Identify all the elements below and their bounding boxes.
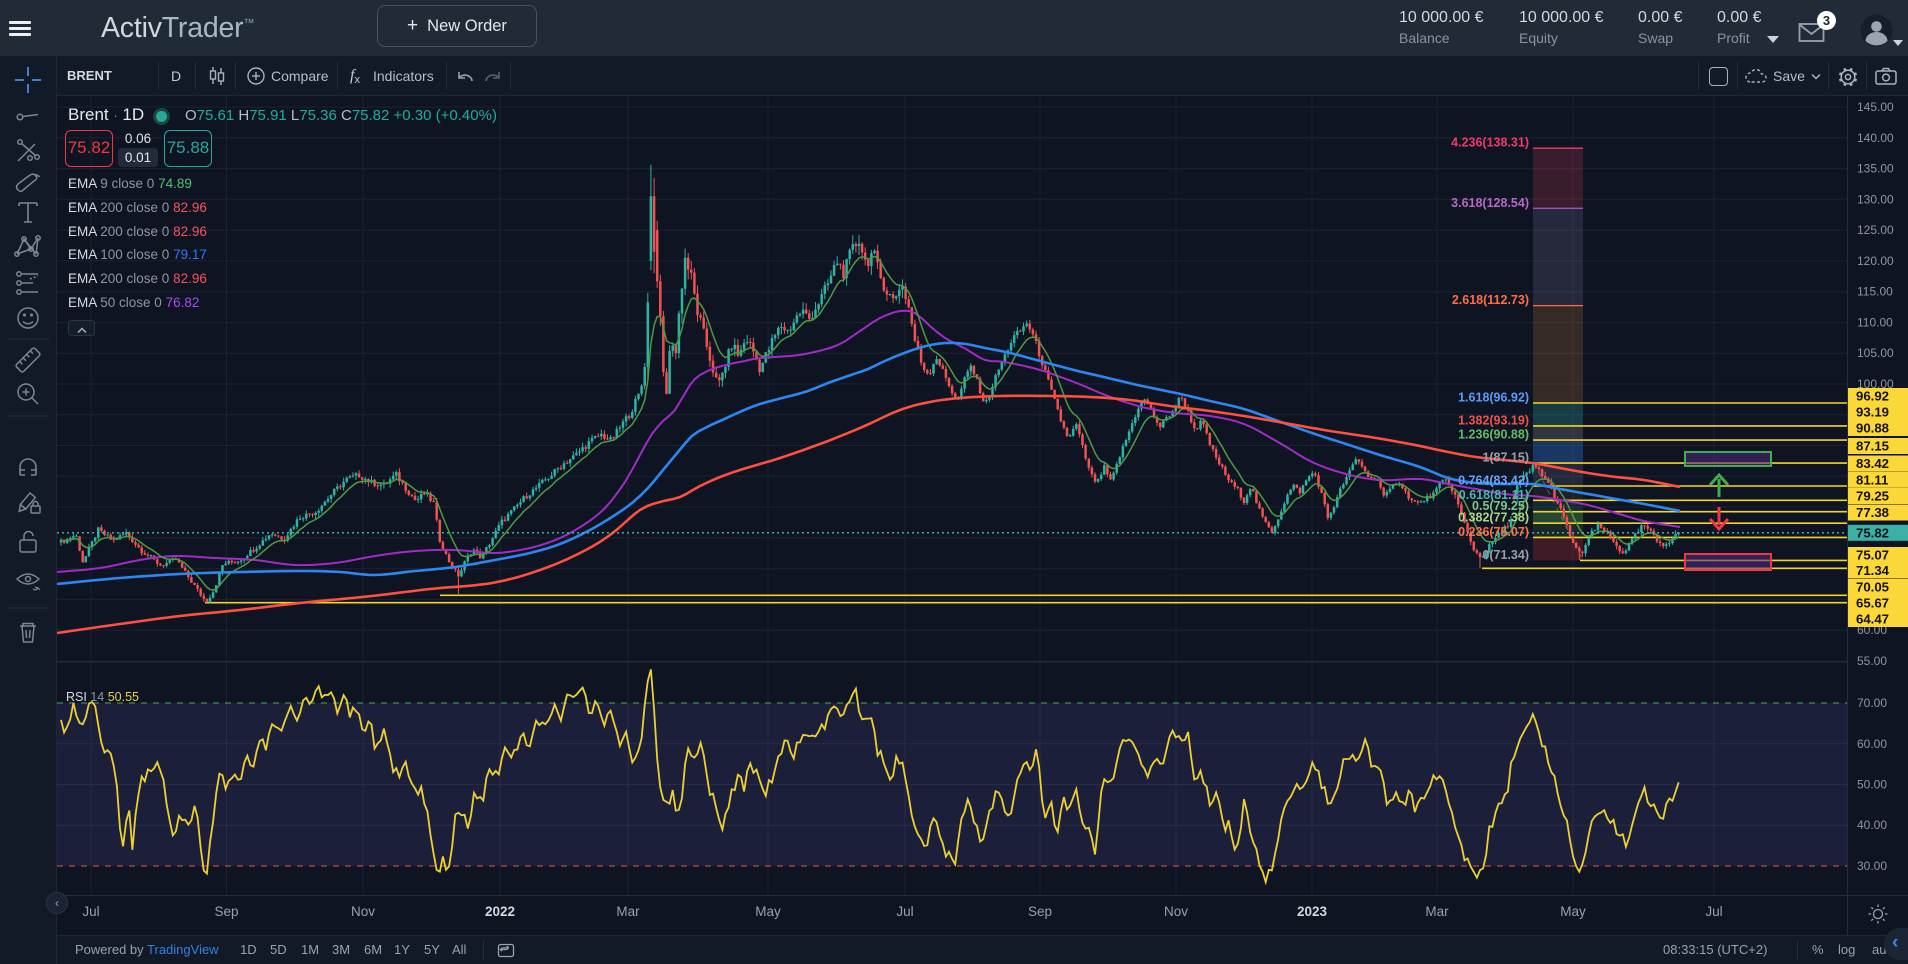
svg-text:2022: 2022 — [485, 904, 515, 919]
svg-text:Mar: Mar — [616, 904, 640, 919]
svg-text:Mar: Mar — [1425, 904, 1449, 919]
svg-text:75.82: 75.82 — [1856, 525, 1889, 540]
svg-text:79.25: 79.25 — [1856, 489, 1889, 504]
svg-text:Sep: Sep — [214, 904, 238, 919]
svg-text:115.00: 115.00 — [1857, 285, 1893, 299]
svg-text:May: May — [755, 904, 781, 919]
svg-text:4.236(138.31): 4.236(138.31) — [1451, 136, 1529, 150]
svg-text:30.00: 30.00 — [1857, 859, 1887, 873]
svg-text:Nov: Nov — [1164, 904, 1188, 919]
svg-text:40.00: 40.00 — [1857, 818, 1887, 832]
svg-text:RSI 14 50.55: RSI 14 50.55 — [66, 690, 139, 704]
svg-text:96.92: 96.92 — [1856, 389, 1889, 404]
svg-text:70.05: 70.05 — [1856, 580, 1889, 595]
svg-text:70.00: 70.00 — [1857, 696, 1887, 710]
svg-text:93.19: 93.19 — [1856, 405, 1889, 420]
svg-text:140.00: 140.00 — [1857, 131, 1894, 145]
svg-text:83.42: 83.42 — [1856, 456, 1889, 471]
svg-text:1(87.15): 1(87.15) — [1482, 451, 1529, 465]
svg-text:1.382(93.19): 1.382(93.19) — [1458, 413, 1529, 427]
svg-text:120.00: 120.00 — [1857, 254, 1894, 268]
svg-text:0.236(75.07): 0.236(75.07) — [1458, 525, 1529, 539]
svg-text:1.236(90.88): 1.236(90.88) — [1458, 428, 1529, 442]
svg-text:0.382(77.38): 0.382(77.38) — [1458, 511, 1529, 525]
svg-text:2023: 2023 — [1297, 904, 1328, 919]
svg-text:1.618(96.92): 1.618(96.92) — [1458, 391, 1529, 405]
svg-text:65.67: 65.67 — [1856, 596, 1889, 611]
svg-text:105.00: 105.00 — [1857, 346, 1894, 360]
svg-text:87.15: 87.15 — [1856, 439, 1889, 454]
svg-text:2.618(112.73): 2.618(112.73) — [1452, 293, 1529, 307]
svg-text:130.00: 130.00 — [1857, 192, 1894, 206]
svg-text:81.11: 81.11 — [1856, 472, 1888, 487]
svg-text:0.764(83.42): 0.764(83.42) — [1458, 474, 1529, 488]
svg-text:71.34: 71.34 — [1856, 563, 1890, 578]
svg-text:125.00: 125.00 — [1857, 223, 1894, 237]
svg-text:Jul: Jul — [82, 904, 99, 919]
svg-text:110.00: 110.00 — [1857, 315, 1893, 329]
svg-text:Jul: Jul — [1705, 904, 1722, 919]
svg-text:60.00: 60.00 — [1857, 737, 1887, 751]
svg-text:77.38: 77.38 — [1856, 505, 1889, 520]
svg-text:3.618(128.54): 3.618(128.54) — [1451, 196, 1529, 210]
svg-text:Jul: Jul — [896, 904, 913, 919]
svg-text:Sep: Sep — [1028, 904, 1052, 919]
svg-text:135.00: 135.00 — [1857, 162, 1894, 176]
svg-text:Nov: Nov — [351, 904, 375, 919]
svg-text:90.88: 90.88 — [1856, 421, 1889, 436]
svg-text:0(71.34): 0(71.34) — [1482, 548, 1529, 562]
svg-text:55.00: 55.00 — [1857, 654, 1887, 668]
svg-text:75.07: 75.07 — [1856, 548, 1889, 563]
svg-text:May: May — [1560, 904, 1586, 919]
svg-text:145.00: 145.00 — [1857, 100, 1894, 114]
svg-text:50.00: 50.00 — [1857, 778, 1887, 792]
svg-text:64.47: 64.47 — [1856, 612, 1889, 627]
